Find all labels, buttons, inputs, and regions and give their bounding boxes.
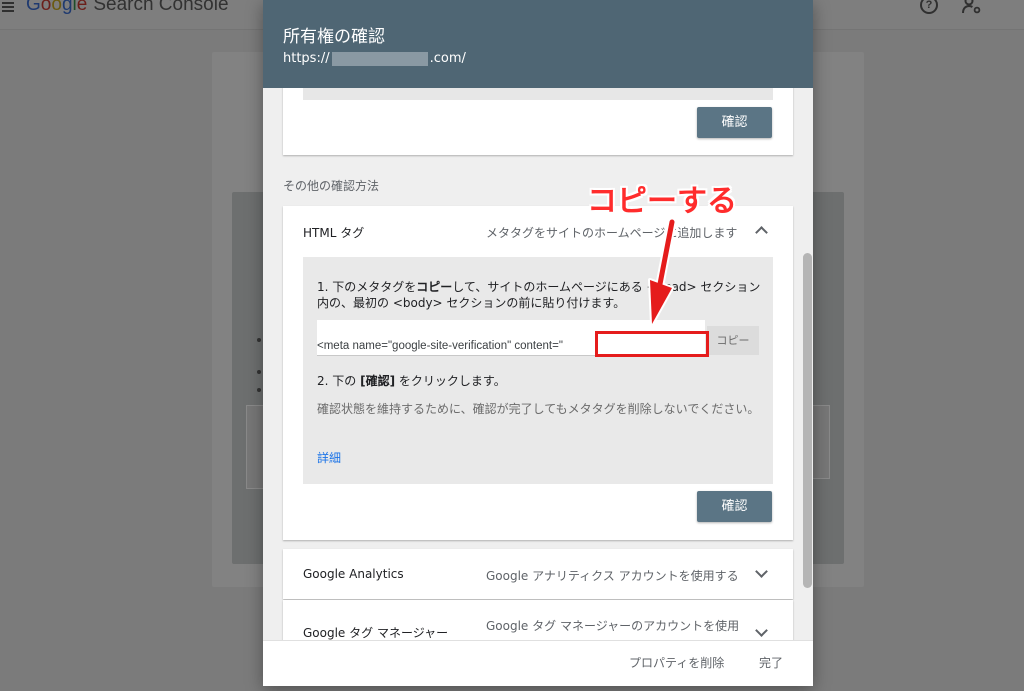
dialog-footer: プロパティを削除 完了 [263,640,813,686]
annotation-arrow-icon [648,218,677,326]
background-box [812,405,830,479]
url-redaction [331,51,428,66]
google-tag-manager-title: Google タグ マネージャー [303,626,449,640]
method-instructions [303,88,773,100]
dialog-body[interactable]: 確認 その他の確認方法 HTML タグ メタタグをサイトのホームページに追加しま… [263,88,813,640]
done-button[interactable]: 完了 [759,654,783,671]
background-bullet [257,370,261,374]
html-tag-instructions: 1. 下のメタタグをコピーして、サイトのホームページにある <head> セクシ… [303,257,773,484]
app-name: Search Console [93,0,229,15]
meta-tag-value: <meta name="google-site-verification" co… [317,340,563,352]
user-settings-icon[interactable] [962,0,982,14]
help-icon[interactable]: ? [920,0,938,14]
keep-meta-note: 確認状態を維持するために、確認が完了してもメタタグを削除しないでください。 [317,402,760,416]
html-tag-description: メタタグをサイトのホームページに追加します [486,226,738,240]
confirm-button[interactable]: 確認 [697,107,772,138]
scrollbar-thumb[interactable] [803,253,812,588]
google-analytics-description: Google アナリティクス アカウントを使用する [486,569,739,583]
url-suffix: .com/ [429,51,466,66]
html-tag-title[interactable]: HTML タグ [303,224,364,241]
property-url: https:// .com/ [283,51,466,66]
verification-method-card: 確認 [283,88,793,155]
google-tag-manager-description: Google タグ マネージャーのアカウントを使用 [486,619,740,633]
menu-icon[interactable] [2,2,14,12]
details-link[interactable]: 詳細 [317,449,341,466]
chevron-down-icon[interactable] [755,624,768,637]
url-prefix: https:// [283,51,330,66]
annotation-label: コピーする [587,184,737,219]
dialog-header: 所有権の確認 https:// .com/ [263,0,813,88]
dialog-title: 所有権の確認 [283,27,385,47]
chevron-down-icon[interactable] [755,565,768,578]
chevron-up-icon[interactable] [755,226,768,239]
other-methods-label: その他の確認方法 [283,179,380,193]
delete-property-button[interactable]: プロパティを削除 [629,654,724,671]
background-bullet [257,338,261,342]
html-tag-card: HTML タグ メタタグをサイトのホームページに追加します 1. 下のメタタグを… [283,206,793,540]
copy-button[interactable]: コピー [707,326,759,355]
background-bullet [257,388,261,392]
google-tag-manager-card[interactable]: Google タグ マネージャー Google タグ マネージャーのアカウントを… [283,600,793,640]
google-analytics-card[interactable]: Google Analytics Google アナリティクス アカウントを使用… [283,549,793,599]
step-1-text: 1. 下のメタタグをコピーして、サイトのホームページにある <head> セクシ… [317,280,761,310]
app-logo: Google Search Console [26,0,229,16]
annotation-highlight-box [595,331,709,357]
confirm-button[interactable]: 確認 [697,491,772,522]
step-2-text: 2. 下の [確認] をクリックします。 [317,374,506,388]
google-analytics-title: Google Analytics [303,567,404,581]
ownership-verification-dialog: 所有権の確認 https:// .com/ 確認 その他の確認方法 HTML タグ… [263,0,813,686]
